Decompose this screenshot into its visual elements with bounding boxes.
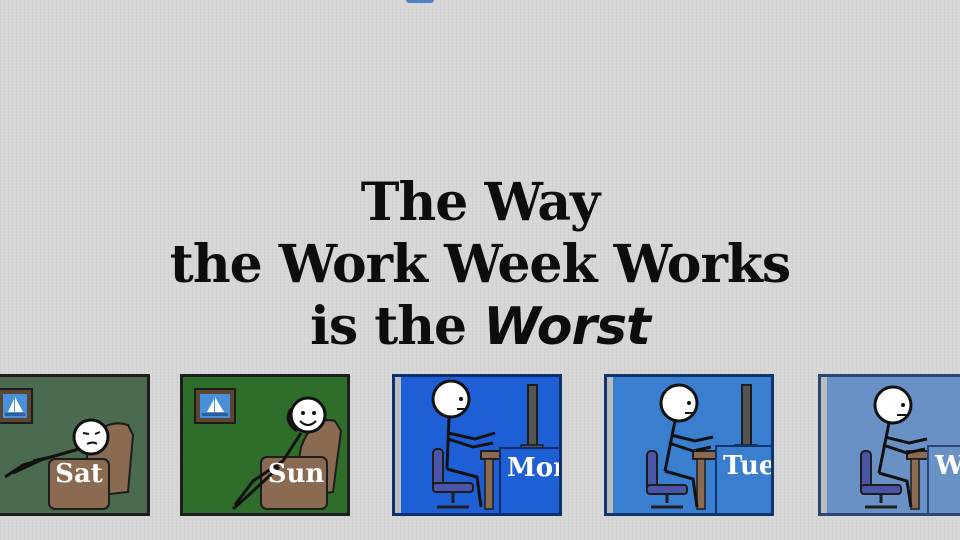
cubicle-wall-right — [559, 377, 562, 516]
title-line-3-prefix: is the — [310, 296, 484, 357]
sailboat-picture-icon — [194, 388, 236, 424]
day-label-tue: Tue — [715, 445, 771, 513]
day-label-sat: Sat — [55, 459, 103, 489]
day-label-mon: Mon — [499, 447, 559, 513]
day-label-sun: Sun — [267, 459, 325, 489]
sunday-scene — [194, 388, 343, 511]
cubicle-wall-left — [821, 377, 827, 513]
title-line-1: The Way — [360, 172, 600, 233]
cubicle-wall-left — [395, 377, 401, 513]
panel-wednesday: W — [818, 374, 960, 516]
panel-sunday: Sun — [180, 374, 350, 516]
panel-tuesday: Tue — [604, 374, 774, 516]
cubicle-wall-right — [771, 377, 774, 516]
day-label-wed: W — [927, 445, 960, 513]
computer-monitor-icon — [734, 384, 758, 452]
panel-monday: Mon — [392, 374, 562, 516]
cubicle-wall-left — [607, 377, 613, 513]
page-title: The Way the Work Week Works is the Worst — [0, 172, 960, 358]
panel-saturday: Sat — [0, 374, 150, 516]
title-line-2: the Work Week Works — [169, 234, 791, 295]
office-chair-icon — [432, 448, 474, 509]
sailboat-picture-icon — [0, 388, 33, 424]
title-line-3: is the Worst — [0, 296, 960, 358]
title-emphasis-worst: Worst — [483, 297, 651, 357]
top-tab-marker — [406, 0, 434, 3]
computer-monitor-icon — [520, 384, 544, 452]
saturday-scene — [0, 388, 135, 510]
